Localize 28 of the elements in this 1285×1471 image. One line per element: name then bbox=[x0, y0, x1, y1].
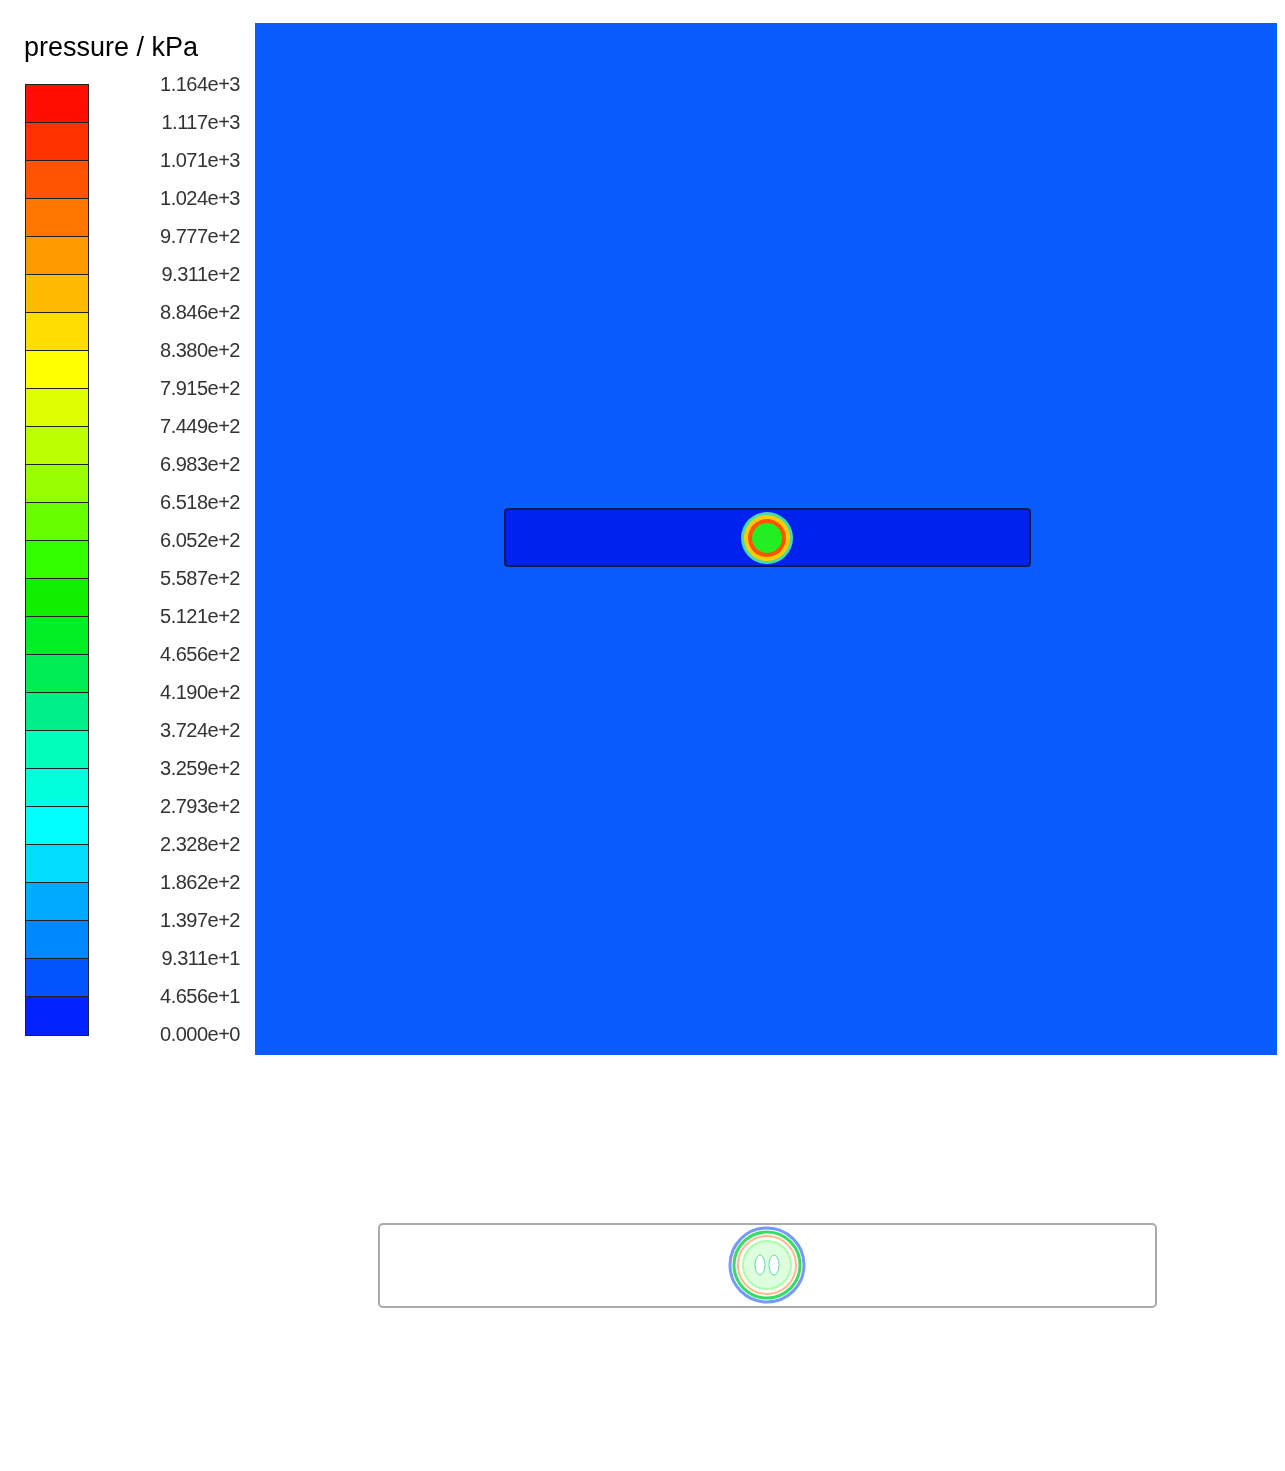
legend-value: 1.164e+3 bbox=[159, 72, 240, 97]
legend-value: 7.449e+2 bbox=[159, 414, 240, 439]
legend-value: 3.724e+2 bbox=[159, 718, 240, 743]
legend-value: 0.000e+0 bbox=[159, 1022, 240, 1047]
legend-value: 5.587e+2 bbox=[159, 566, 240, 591]
legend-value: 2.328e+2 bbox=[159, 832, 240, 857]
legend-value: 9.777e+2 bbox=[159, 224, 240, 249]
legend-value: 1.117e+3 bbox=[160, 110, 240, 135]
legend-value: 1.024e+3 bbox=[159, 186, 240, 211]
legend-value: 2.793e+2 bbox=[159, 794, 240, 819]
legend-title: pressure / kPa bbox=[24, 31, 200, 64]
pressure-spot-drawing bbox=[741, 512, 793, 564]
legend-value: 9.311e+2 bbox=[160, 262, 240, 287]
legend-value: 9.311e+1 bbox=[160, 946, 240, 971]
legend-value: 3.259e+2 bbox=[159, 756, 240, 781]
legend-value: 4.190e+2 bbox=[159, 680, 240, 705]
legend-value: 1.397e+2 bbox=[159, 908, 240, 933]
legend-value: 4.656e+1 bbox=[159, 984, 240, 1009]
legend-value: 8.380e+2 bbox=[159, 338, 240, 363]
legend-value: 6.518e+2 bbox=[159, 490, 240, 515]
legend-value: 7.915e+2 bbox=[159, 376, 240, 401]
legend-value: 5.121e+2 bbox=[159, 604, 240, 629]
legend-value: 1.862e+2 bbox=[159, 870, 240, 895]
legend-value: 4.656e+2 bbox=[159, 642, 240, 667]
legend-value: 1.071e+3 bbox=[159, 148, 240, 173]
legend-value: 6.052e+2 bbox=[159, 528, 240, 553]
legend-value: 6.983e+2 bbox=[159, 452, 240, 477]
legend-value: 8.846e+2 bbox=[159, 300, 240, 325]
